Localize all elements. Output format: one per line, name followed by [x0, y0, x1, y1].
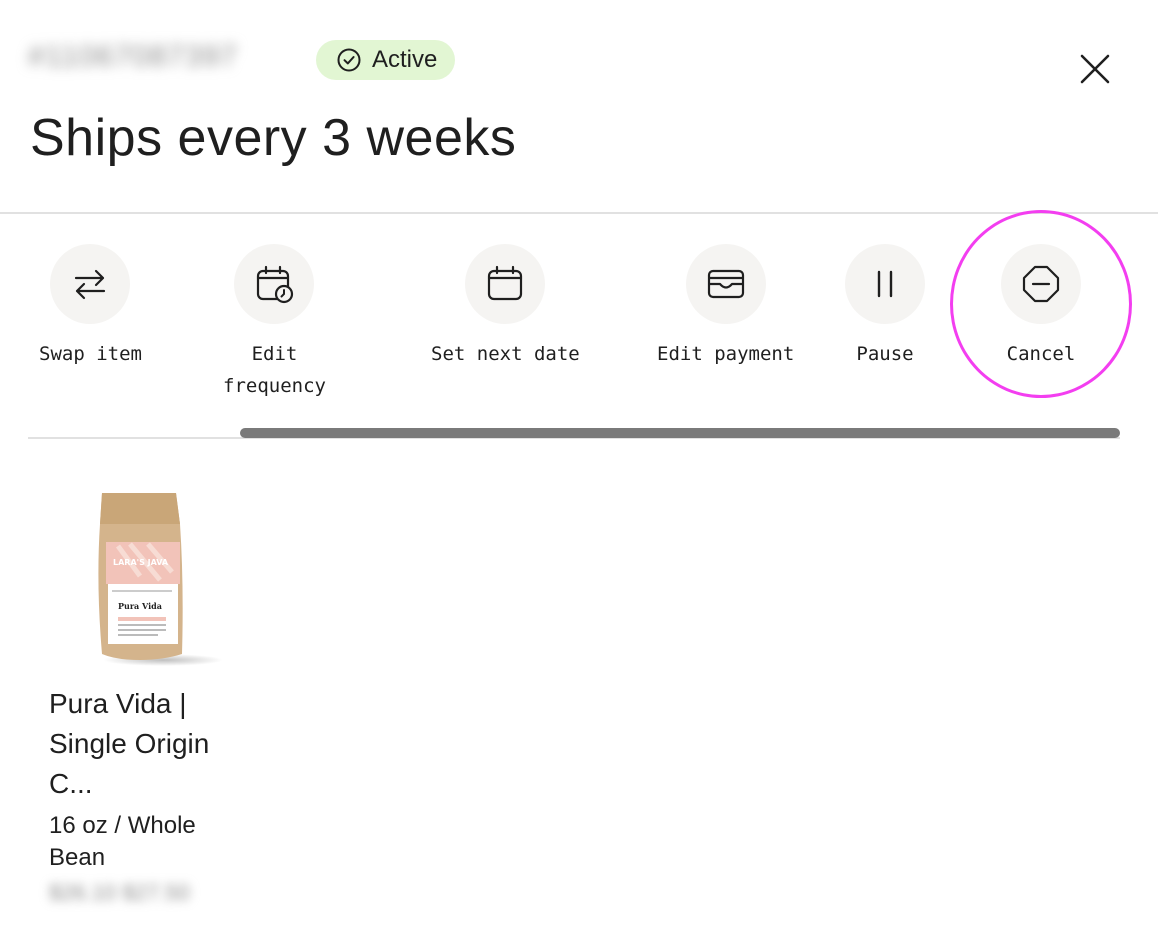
- swap-item-button[interactable]: [50, 244, 131, 324]
- close-button[interactable]: [1070, 44, 1120, 94]
- status-label: Active: [372, 46, 438, 73]
- product-name[interactable]: Pura Vida | Single Origin C...: [49, 684, 249, 804]
- calendar-clock-icon: [257, 265, 294, 304]
- status-badge: Active: [316, 40, 456, 80]
- wallet-icon: [707, 269, 744, 299]
- order-id: #11067087397: [28, 40, 238, 73]
- swap-item-action[interactable]: Swap item: [39, 244, 142, 370]
- page-title: Ships every 3 weeks: [30, 109, 517, 167]
- pause-label: Pause: [856, 343, 914, 365]
- swap-arrows-icon: [75, 269, 106, 300]
- calendar-icon: [488, 265, 523, 301]
- edit-frequency-action[interactable]: Edit frequency: [223, 244, 326, 402]
- set-next-date-action[interactable]: Set next date: [431, 244, 580, 370]
- actions-scrollbar-thumb[interactable]: [240, 428, 1120, 438]
- bag-brand-text: LARA'S JAVA: [113, 558, 169, 567]
- edit-frequency-label-line1: Edit: [251, 343, 298, 365]
- edit-payment-action[interactable]: Edit payment: [657, 244, 794, 370]
- close-icon: [1080, 54, 1110, 84]
- header-divider: [0, 212, 1158, 214]
- product-price: $26.10 $27.50: [49, 880, 190, 905]
- cancel-highlight-ring: [950, 210, 1132, 398]
- product-image[interactable]: LARA'S JAVA Pura Vida: [78, 484, 248, 668]
- set-next-date-label: Set next date: [431, 343, 580, 365]
- set-next-date-button[interactable]: [465, 244, 546, 324]
- swap-item-label: Swap item: [39, 343, 142, 365]
- pause-icon: [877, 270, 893, 298]
- product-variant: 16 oz / Whole Bean: [49, 812, 196, 871]
- edit-payment-button[interactable]: [685, 244, 766, 324]
- bag-title-text: Pura Vida: [118, 601, 162, 611]
- edit-frequency-button[interactable]: [234, 244, 315, 324]
- check-circle-icon: [337, 48, 361, 72]
- edit-frequency-label: Edit frequency: [223, 338, 326, 402]
- pause-action[interactable]: Pause: [845, 244, 925, 370]
- pause-button[interactable]: [845, 244, 925, 324]
- edit-payment-label: Edit payment: [657, 343, 795, 365]
- edit-frequency-label-line2: frequency: [223, 375, 326, 397]
- subscription-detail-panel: #11067087397 Active Ships every 3 weeks …: [0, 0, 1158, 934]
